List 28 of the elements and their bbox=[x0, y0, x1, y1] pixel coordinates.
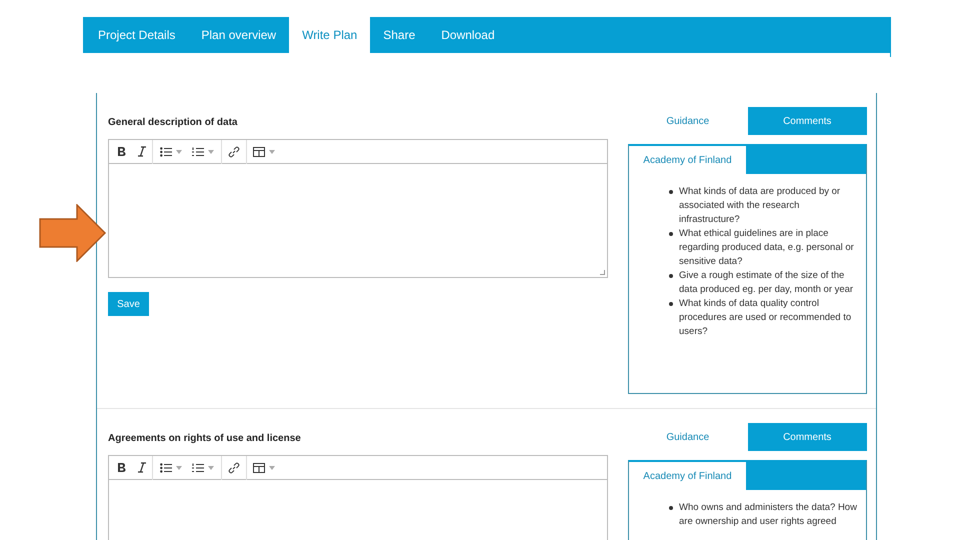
guidance-question: What ethical guidelines are in place regarding produced data, e.g. personal or sensitive data? bbox=[679, 227, 855, 269]
organisation-tab[interactable]: Academy of Finland bbox=[629, 146, 746, 174]
organisation-tab[interactable]: Academy of Finland bbox=[629, 462, 746, 490]
resize-handle-icon[interactable] bbox=[600, 270, 605, 275]
bullet-icon bbox=[669, 232, 673, 236]
bullet-icon bbox=[669, 506, 673, 510]
guidance-question: What kinds of data are produced by or associated with the research infrastructure? bbox=[679, 185, 842, 227]
nav-tab[interactable]: Write Plan bbox=[289, 17, 370, 53]
link-icon[interactable] bbox=[228, 460, 240, 476]
nav-tab[interactable]: Download bbox=[428, 17, 508, 53]
nav-tab[interactable]: Plan overview bbox=[188, 17, 290, 53]
link-icon[interactable] bbox=[228, 144, 240, 160]
nav-tab[interactable]: Share bbox=[370, 17, 428, 53]
bullet-icon bbox=[669, 302, 673, 306]
arrow-icon bbox=[39, 204, 107, 262]
italic-icon[interactable] bbox=[138, 144, 146, 160]
question-title: General description of data bbox=[108, 116, 238, 130]
side-tab[interactable]: Comments bbox=[748, 423, 867, 451]
guidance-question: Give a rough estimate of the size of the data produced eg. per day, month or year bbox=[679, 269, 854, 297]
bullet-icon bbox=[669, 190, 673, 194]
question-title: Agreements on rights of use and license bbox=[108, 432, 302, 446]
bullet-icon bbox=[669, 274, 673, 278]
italic-icon[interactable] bbox=[138, 460, 146, 476]
save-button[interactable]: Save bbox=[108, 292, 149, 316]
side-tab[interactable]: Comments bbox=[748, 107, 867, 135]
guidance-question: What kinds of data quality control procedures are used or recommended to users? bbox=[679, 297, 852, 339]
nav-tab[interactable]: Project Details bbox=[85, 17, 188, 53]
guidance-question: Who owns and administers the data? How are ownership and user rights agreed bbox=[679, 501, 858, 529]
